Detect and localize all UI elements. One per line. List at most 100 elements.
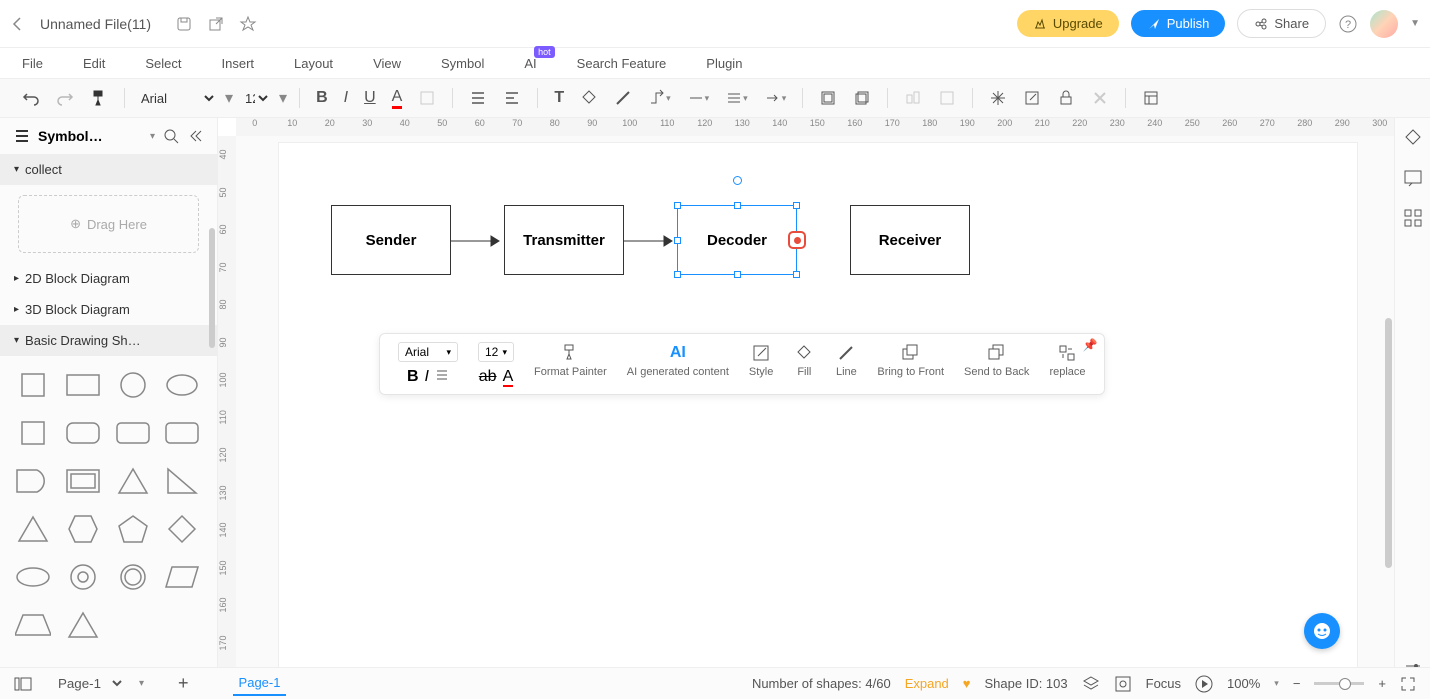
file-name[interactable]: Unnamed File(11): [40, 16, 151, 32]
shape-roundrect3[interactable]: [161, 412, 203, 454]
star-icon[interactable]: [239, 15, 257, 33]
shape-frame[interactable]: [62, 460, 104, 502]
ctx-strike-icon[interactable]: ab: [479, 368, 497, 386]
shape-pentagon[interactable]: [112, 508, 154, 550]
category-basic-shapes[interactable]: ▾Basic Drawing Sh…: [0, 325, 217, 356]
shape-hexagon[interactable]: [62, 508, 104, 550]
line-style-icon[interactable]: ▾: [683, 85, 714, 111]
lock-icon[interactable]: [1053, 85, 1079, 111]
shape-trapezoid[interactable]: [12, 604, 54, 646]
fill-icon[interactable]: [576, 85, 602, 111]
expand-link[interactable]: Expand: [905, 676, 949, 691]
menu-file[interactable]: File: [22, 56, 43, 71]
shape-triangle2[interactable]: [12, 508, 54, 550]
shape-circle[interactable]: [112, 364, 154, 406]
line-weight-icon[interactable]: ▾: [721, 85, 752, 111]
focus-icon[interactable]: [1114, 675, 1132, 693]
ctx-bold-icon[interactable]: B: [407, 368, 419, 386]
grid-icon[interactable]: [1403, 208, 1423, 228]
sidebar-dropdown-icon[interactable]: ▾: [150, 131, 155, 142]
undo-icon[interactable]: [18, 85, 44, 111]
shape-sender[interactable]: Sender: [331, 205, 451, 275]
connection-handle[interactable]: [788, 231, 806, 249]
shape-roundrect[interactable]: [62, 412, 104, 454]
format-painter-icon[interactable]: [86, 85, 112, 111]
shape-square2[interactable]: [12, 412, 54, 454]
ctx-format-painter[interactable]: Format Painter: [526, 340, 615, 380]
align-v-icon[interactable]: [499, 85, 525, 111]
template-icon[interactable]: [1138, 85, 1164, 111]
page-select[interactable]: Page-1: [46, 673, 125, 694]
drag-here-zone[interactable]: ⊕Drag Here: [18, 195, 199, 253]
line-color-icon[interactable]: [610, 85, 636, 111]
publish-button[interactable]: Publish: [1131, 10, 1226, 37]
share-button[interactable]: Share: [1237, 9, 1326, 38]
arrow-style-icon[interactable]: ▾: [760, 85, 791, 111]
external-link-icon[interactable]: [207, 15, 225, 33]
zoom-slider[interactable]: [1314, 682, 1364, 685]
shape-rect[interactable]: [62, 364, 104, 406]
page-setup-icon[interactable]: [815, 85, 841, 111]
page-tab[interactable]: Page-1: [233, 671, 287, 696]
menu-symbol[interactable]: Symbol: [441, 56, 484, 71]
shape-triangle[interactable]: [112, 460, 154, 502]
upgrade-button[interactable]: Upgrade: [1017, 10, 1119, 37]
highlight-icon[interactable]: [414, 85, 440, 111]
menu-search[interactable]: Search Feature: [577, 56, 667, 71]
shape-ellipse[interactable]: [161, 364, 203, 406]
ctx-italic-icon[interactable]: I: [425, 368, 429, 386]
back-icon[interactable]: [10, 16, 26, 32]
underline-icon[interactable]: U: [360, 85, 380, 111]
zoom-in-icon[interactable]: +: [1378, 676, 1386, 691]
ctx-align-icon[interactable]: [435, 368, 449, 386]
shape-diamond[interactable]: [161, 508, 203, 550]
shape-halfround[interactable]: [12, 460, 54, 502]
shape-parallelogram[interactable]: [161, 556, 203, 598]
menu-ai[interactable]: AIhot: [524, 56, 536, 71]
arrow-1[interactable]: [451, 235, 505, 247]
library-icon[interactable]: [14, 128, 30, 144]
distribute-icon[interactable]: [934, 85, 960, 111]
search-icon[interactable]: [163, 128, 179, 144]
add-page-icon[interactable]: +: [178, 673, 189, 694]
canvas-page[interactable]: Sender Transmitter Decoder Recei: [278, 142, 1358, 672]
shape-transmitter[interactable]: Transmitter: [504, 205, 624, 275]
shape-right-triangle[interactable]: [161, 460, 203, 502]
page-list-icon[interactable]: [14, 677, 32, 691]
menu-insert[interactable]: Insert: [222, 56, 255, 71]
align-objects-icon[interactable]: [900, 85, 926, 111]
category-2d-block[interactable]: ▸2D Block Diagram: [0, 263, 217, 294]
shape-square[interactable]: [12, 364, 54, 406]
tools-icon[interactable]: [1087, 85, 1113, 111]
ctx-size-select[interactable]: 12▾: [478, 342, 514, 362]
help-icon[interactable]: ?: [1338, 14, 1358, 34]
ctx-ai[interactable]: AI AI generated content: [619, 340, 737, 380]
chat-bubble[interactable]: [1304, 613, 1340, 649]
layers-icon[interactable]: [849, 85, 875, 111]
save-icon[interactable]: [175, 15, 193, 33]
theme-icon[interactable]: [1403, 128, 1423, 148]
category-collect[interactable]: ▾collect: [0, 154, 217, 185]
menu-plugin[interactable]: Plugin: [706, 56, 742, 71]
heart-icon[interactable]: ♥: [963, 676, 971, 691]
canvas[interactable]: Sender Transmitter Decoder Recei: [236, 136, 1430, 693]
ctx-font-select[interactable]: Arial▾: [398, 342, 458, 362]
arrow-2[interactable]: [624, 235, 678, 247]
shape-oval[interactable]: [12, 556, 54, 598]
shape-ring[interactable]: [112, 556, 154, 598]
zoom-out-icon[interactable]: −: [1293, 676, 1301, 691]
font-size-select[interactable]: 12: [241, 90, 271, 107]
ctx-style[interactable]: Style: [741, 340, 781, 380]
bold-icon[interactable]: B: [312, 85, 332, 111]
play-icon[interactable]: [1195, 675, 1213, 693]
layers-bottom-icon[interactable]: [1082, 675, 1100, 693]
shape-receiver[interactable]: Receiver: [850, 205, 970, 275]
shape-donut[interactable]: [62, 556, 104, 598]
text-tool-icon[interactable]: T: [550, 85, 568, 111]
collapse-icon[interactable]: [187, 128, 203, 144]
redo-icon[interactable]: [52, 85, 78, 111]
align-h-icon[interactable]: [465, 85, 491, 111]
effects-icon[interactable]: [985, 85, 1011, 111]
ctx-send-back[interactable]: Send to Back: [956, 340, 1037, 380]
user-dropdown-icon[interactable]: ▼: [1410, 18, 1420, 29]
